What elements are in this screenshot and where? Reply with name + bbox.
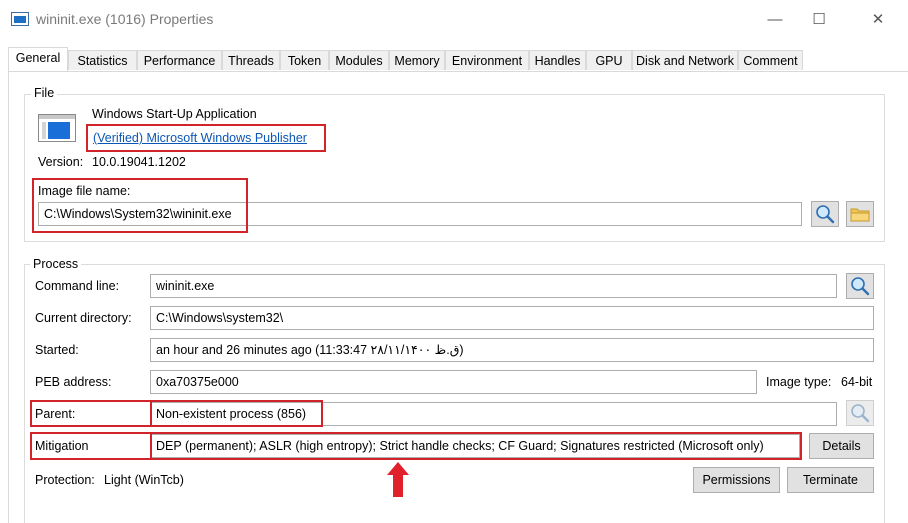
window-title: wininit.exe (1016) Properties xyxy=(36,11,214,27)
folder-icon xyxy=(850,208,870,222)
protection-label: Protection: xyxy=(35,473,95,487)
command-line-field[interactable]: wininit.exe xyxy=(150,274,837,298)
parent-label: Parent: xyxy=(35,407,76,421)
tab-modules[interactable]: Modules xyxy=(329,50,389,70)
inspect-parent-button[interactable] xyxy=(846,400,874,426)
tab-general[interactable]: General xyxy=(8,47,68,71)
inspect-image-button[interactable] xyxy=(811,201,839,227)
publisher-link[interactable]: (Verified) Microsoft Windows Publisher xyxy=(93,131,307,145)
version-label: Version: xyxy=(38,155,84,169)
command-line-label: Command line: xyxy=(35,279,120,293)
tab-threads[interactable]: Threads xyxy=(222,50,280,70)
mitigation-field[interactable]: DEP (permanent); ASLR (high entropy); St… xyxy=(150,434,800,458)
tab-performance[interactable]: Performance xyxy=(137,50,222,70)
red-arrow-up-icon xyxy=(387,462,409,497)
process-group-legend: Process xyxy=(30,257,82,271)
title-bar: wininit.exe (1016) Properties — ☐ ✕ xyxy=(0,0,908,40)
image-type-label: Image type: xyxy=(766,375,832,389)
started-label: Started: xyxy=(35,343,79,357)
maximize-button[interactable]: ☐ xyxy=(807,8,831,32)
tab-disk-and-network[interactable]: Disk and Network xyxy=(632,50,738,70)
minimize-button[interactable]: — xyxy=(763,8,787,32)
mitigation-label: Mitigation xyxy=(35,439,89,453)
image-type-value: 64-bit xyxy=(841,375,873,389)
application-icon xyxy=(38,114,76,142)
magnifier-icon xyxy=(816,205,835,224)
mitigation-details-button[interactable]: Details xyxy=(809,433,874,459)
current-directory-field[interactable]: C:\Windows\system32\ xyxy=(150,306,874,330)
image-file-name-label: Image file name: xyxy=(38,184,131,198)
peb-address-field[interactable]: 0xa70375e000 xyxy=(150,370,757,394)
close-button[interactable]: ✕ xyxy=(866,8,890,32)
inspect-command-line-button[interactable] xyxy=(846,273,874,299)
open-file-location-button[interactable] xyxy=(846,201,874,227)
magnifier-icon xyxy=(851,277,870,296)
version-value: 10.0.19041.1202 xyxy=(92,155,186,169)
tab-comment[interactable]: Comment xyxy=(738,50,803,70)
magnifier-icon xyxy=(851,404,870,423)
tab-strip: General Statistics Performance Threads T… xyxy=(8,47,908,71)
current-directory-label: Current directory: xyxy=(35,311,132,325)
protection-value: Light (WinTcb) xyxy=(104,473,184,487)
tab-token[interactable]: Token xyxy=(280,50,329,70)
permissions-button[interactable]: Permissions xyxy=(693,467,780,493)
file-group-legend: File xyxy=(31,86,58,100)
tab-statistics[interactable]: Statistics xyxy=(68,50,137,70)
tab-handles[interactable]: Handles xyxy=(529,50,586,70)
app-window-icon xyxy=(11,12,29,26)
started-field[interactable]: an hour and 26 minutes ago (11:33:47 ق.ظ… xyxy=(150,338,874,362)
tab-memory[interactable]: Memory xyxy=(389,50,445,70)
parent-field[interactable]: Non-existent process (856) xyxy=(150,402,837,426)
tab-gpu[interactable]: GPU xyxy=(586,50,632,70)
image-file-name-field[interactable]: C:\Windows\System32\wininit.exe xyxy=(38,202,802,226)
peb-address-label: PEB address: xyxy=(35,375,112,389)
tab-environment[interactable]: Environment xyxy=(445,50,529,70)
terminate-button[interactable]: Terminate xyxy=(787,467,874,493)
file-description: Windows Start-Up Application xyxy=(92,107,257,121)
